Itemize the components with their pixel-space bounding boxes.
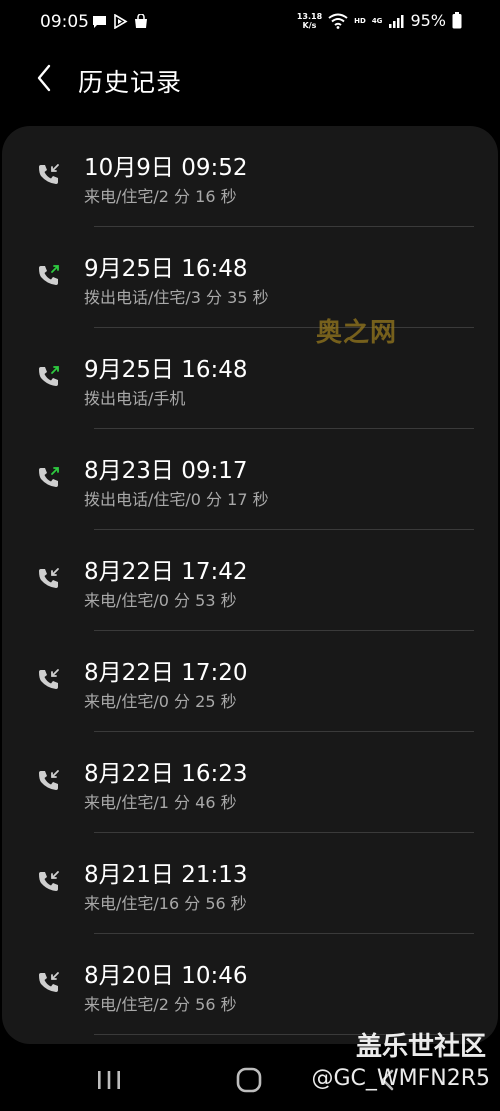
incoming-call-icon	[39, 669, 59, 689]
home-icon	[236, 1067, 262, 1093]
call-datetime: 8月22日 17:42	[84, 559, 248, 585]
watermark-center: 奥之网	[316, 318, 398, 348]
net-speed-unit: K/s	[302, 20, 317, 30]
call-datetime: 8月20日 10:46	[84, 963, 248, 989]
call-history-item[interactable]: 10月9日 09:52 来电/住宅/2 分 16 秒	[2, 126, 498, 227]
call-detail: 来电/住宅/2 分 16 秒	[84, 187, 237, 206]
call-detail: 来电/住宅/2 分 56 秒	[84, 995, 237, 1014]
signal-icon	[389, 14, 404, 28]
watermark-user: @GC_WMFN2R5	[311, 1066, 490, 1091]
call-datetime: 9月25日 16:48	[84, 256, 248, 282]
call-datetime: 8月22日 17:20	[84, 660, 248, 686]
outgoing-call-icon	[39, 467, 59, 487]
message-icon	[93, 15, 106, 28]
call-detail: 拨出电话/住宅/3 分 35 秒	[84, 288, 269, 307]
battery-percent: 95%	[410, 11, 446, 30]
outgoing-call-icon	[39, 265, 59, 285]
wifi-icon	[328, 13, 348, 29]
call-history-item[interactable]: 8月23日 09:17 拨出电话/住宅/0 分 17 秒	[2, 429, 498, 530]
recents-button[interactable]	[92, 1064, 126, 1096]
outgoing-call-icon	[39, 366, 59, 386]
call-datetime: 10月9日 09:52	[84, 155, 248, 181]
incoming-call-icon	[39, 164, 59, 184]
back-button[interactable]	[28, 60, 60, 96]
home-button[interactable]	[232, 1064, 266, 1096]
status-bar: 09:05 13.18 K/s HD 4G 95%	[0, 0, 500, 46]
call-detail: 来电/住宅/1 分 46 秒	[84, 793, 237, 812]
call-history-item[interactable]: 8月22日 17:20 来电/住宅/0 分 25 秒	[2, 631, 498, 732]
net-speed: 13.18 K/s	[297, 12, 322, 30]
call-datetime: 9月25日 16:48	[84, 357, 248, 383]
hd-label: HD	[354, 16, 366, 25]
call-detail: 来电/住宅/0 分 53 秒	[84, 591, 237, 610]
call-history-item[interactable]: 8月22日 16:23 来电/住宅/1 分 46 秒	[2, 732, 498, 833]
call-detail: 来电/住宅/16 分 56 秒	[84, 894, 247, 913]
call-detail: 拨出电话/住宅/0 分 17 秒	[84, 490, 269, 509]
call-history-card: 10月9日 09:52 来电/住宅/2 分 16 秒 9月25日 16:48 拨…	[2, 126, 498, 1044]
call-history-item[interactable]: 8月21日 21:13 来电/住宅/16 分 56 秒	[2, 833, 498, 934]
battery-icon	[452, 12, 462, 29]
call-history-item[interactable]: 8月22日 17:42 来电/住宅/0 分 53 秒	[2, 530, 498, 631]
status-time: 09:05	[40, 12, 89, 32]
network-type-label: 4G	[371, 16, 383, 25]
call-history-item[interactable]: 9月25日 16:48 拨出电话/住宅/3 分 35 秒	[2, 227, 498, 328]
incoming-call-icon	[39, 972, 59, 992]
call-detail: 来电/住宅/0 分 25 秒	[84, 692, 237, 711]
call-history-item[interactable]: 8月20日 10:46 来电/住宅/2 分 56 秒	[2, 934, 498, 1035]
net-speed-value: 13.18	[296, 11, 323, 21]
chevron-left-icon	[37, 64, 51, 92]
watermark-community: 盖乐世社区	[355, 1032, 486, 1062]
page-title: 历史记录	[78, 68, 183, 97]
incoming-call-icon	[39, 568, 59, 588]
notification-icons	[92, 14, 148, 29]
shopping-bag-icon	[135, 14, 147, 28]
call-datetime: 8月21日 21:13	[84, 862, 248, 888]
incoming-call-icon	[39, 770, 59, 790]
call-datetime: 8月22日 16:23	[84, 761, 248, 787]
incoming-call-icon	[39, 871, 59, 891]
call-history-item[interactable]: 9月25日 16:48 拨出电话/手机	[2, 328, 498, 429]
call-datetime: 8月23日 09:17	[84, 458, 248, 484]
status-right-group: 13.18 K/s HD 4G 95%	[297, 11, 462, 30]
play-store-icon	[114, 14, 128, 29]
header: 历史记录	[0, 50, 500, 106]
call-detail: 拨出电话/手机	[84, 389, 186, 408]
recents-icon	[98, 1071, 120, 1089]
